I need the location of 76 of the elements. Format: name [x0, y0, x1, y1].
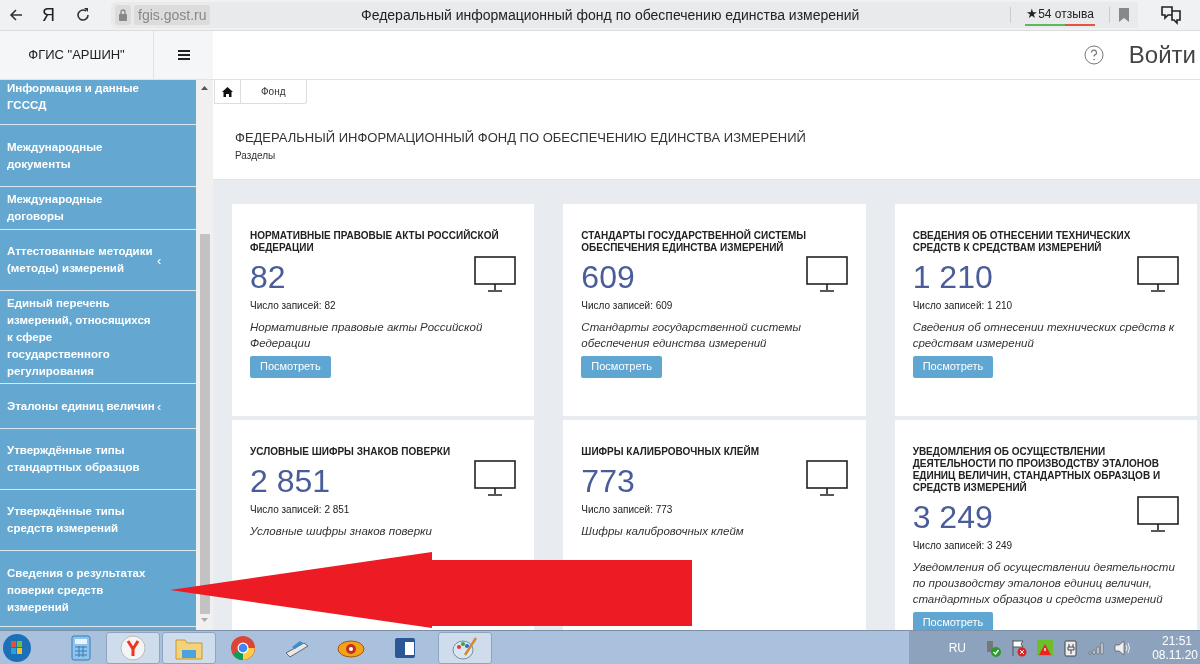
monitor-icon — [805, 255, 848, 294]
record-count: 1 210 — [912, 257, 994, 296]
reviews-badge[interactable]: ★54 отзыва — [1025, 4, 1095, 26]
card-description: Условные шифры знаков поверки — [250, 523, 433, 539]
view-button[interactable]: Посмотреть — [250, 355, 331, 378]
rating-bar — [1025, 23, 1095, 26]
warning-icon[interactable] — [1036, 638, 1054, 657]
home-icon[interactable] — [222, 86, 233, 97]
browser-logo[interactable]: Я — [42, 1, 55, 29]
flag-error-icon[interactable] — [1010, 638, 1028, 657]
page-title: Федеральный информационный фонд по обеспечению единства измерений — [360, 5, 861, 25]
chevron-icon: ‹ — [157, 253, 162, 267]
yandex-browser-icon — [120, 634, 146, 661]
taskbar-button[interactable] — [438, 631, 492, 664]
address-bar[interactable]: fgis.gost.ru Федеральный информационный фонд по обеспечению единства измерений ★54 отзыва — [111, 2, 1138, 28]
card-title: УСЛОВНЫЕ ШИФРЫ ЗНАКОВ ПОВЕРКИ — [250, 445, 452, 458]
record-count: 609 — [581, 257, 636, 296]
chat-icon[interactable] — [1160, 4, 1182, 26]
view-button[interactable]: Посмотреть — [912, 611, 994, 630]
card-description: Уведомления об осуществлении деятельности по производству эталонов единиц величин, стандартных образцов и средств измерений — [912, 559, 1176, 607]
record-count: 3 249 — [912, 497, 994, 536]
scroll-up-icon[interactable] — [201, 86, 208, 90]
records-label: Число записей: 773 — [581, 502, 674, 517]
login-link[interactable]: Войти — [1128, 37, 1196, 73]
power-plug-icon[interactable] — [1062, 638, 1080, 657]
calculator-icon[interactable] — [71, 634, 91, 661]
records-label: Число записей: 1 210 — [912, 298, 1014, 313]
scrollbar[interactable] — [196, 80, 213, 630]
url-text: fgis.gost.ru — [134, 5, 211, 25]
chevron-icon: ‹ — [157, 399, 162, 413]
records-label: Число записей: 2 851 — [250, 502, 351, 517]
card-description: Стандарты государственной системы обеспечения единства измерений — [581, 319, 802, 351]
taskbar-button[interactable] — [162, 631, 216, 664]
card-title: НОРМАТИВНЫЕ ПРАВОВЫЕ АКТЫ РОССИЙСКОЙ ФЕДЕРАЦИИ — [250, 229, 500, 254]
help-icon[interactable] — [1083, 45, 1104, 65]
card-description: Нормативные правовые акты Российской Федерации — [250, 319, 484, 351]
chrome-icon[interactable] — [230, 634, 256, 661]
scrollbar-thumb[interactable] — [199, 234, 210, 614]
back-icon[interactable] — [8, 7, 24, 23]
language-indicator[interactable]: RU — [948, 638, 966, 657]
section-title: ФЕДЕРАЛЬНЫЙ ИНФОРМАЦИОННЫЙ ФОНД ПО ОБЕСПЕЧЕНИЮ ЕДИНСТВА ИЗМЕРЕНИЙ — [235, 129, 807, 147]
section-subtitle: Разделы — [235, 148, 277, 163]
card-title: СТАНДАРТЫ ГОСУДАРСТВЕННОЙ СИСТЕМЫ ОБЕСПЕЧЕНИЯ ЕДИНСТВА ИЗМЕРЕНИЙ — [581, 229, 808, 254]
menu-icon[interactable] — [177, 50, 190, 60]
volume-icon[interactable] — [1114, 639, 1132, 656]
monitor-icon — [805, 459, 848, 498]
usb-check-icon[interactable] — [984, 638, 1002, 657]
monitor-icon — [474, 459, 517, 498]
star-icon: ★ — [1026, 4, 1039, 24]
monitor-icon — [1137, 495, 1179, 534]
card-title: СВЕДЕНИЯ ОБ ОТНЕСЕНИИ ТЕХНИЧЕСКИХ СРЕДСТВ К СРЕДСТВАМ ИЗМЕРЕНИЙ — [912, 229, 1132, 254]
record-count: 82 — [250, 257, 287, 296]
scroll-down-icon[interactable] — [201, 618, 208, 622]
start-button[interactable] — [2, 632, 32, 663]
reload-icon[interactable] — [75, 7, 91, 23]
clock-time[interactable]: 21:51 — [1161, 633, 1192, 648]
card-description: Сведения об отнесении технических средств к средствам измерений — [912, 319, 1176, 351]
monitor-icon — [1137, 255, 1179, 294]
bookmark-icon[interactable] — [1119, 8, 1129, 22]
view-button[interactable]: Посмотреть — [581, 355, 662, 378]
record-count: 773 — [581, 461, 636, 500]
reviews-text: 54 отзыва — [1038, 6, 1094, 23]
record-count: 2 851 — [250, 461, 332, 500]
records-label: Число записей: 609 — [581, 298, 674, 313]
lock-icon — [115, 5, 131, 25]
card-title: УВЕДОМЛЕНИЯ ОБ ОСУЩЕСТВЛЕНИИ ДЕЯТЕЛЬНОСТИ ПО ПРОИЗВОДСТВУ ЭТАЛОНОВ ЕДИНИЦ ВЕЛИЧИН, СТАНДАРТНЫХ ОБРАЗЦОВ И СРЕДСТВ ИЗМЕРЕНИЙ — [912, 445, 1162, 494]
card-title: ШИФРЫ КАЛИБРОВОЧНЫХ КЛЕЙМ — [581, 445, 761, 458]
breadcrumb-link[interactable]: Фонд — [240, 80, 307, 104]
records-label: Число записей: 82 — [250, 298, 337, 313]
monitor-icon — [474, 255, 517, 294]
view-button[interactable]: Посмотреть — [912, 355, 994, 378]
app-brand[interactable]: ФГИС "АРШИН" — [28, 45, 125, 65]
taskbar-button[interactable] — [106, 631, 160, 664]
card-description: Шифры калибровочных клейм — [581, 523, 745, 539]
clock-date[interactable]: 08.11.20 — [1152, 647, 1198, 662]
records-label: Число записей: 3 249 — [912, 538, 1014, 553]
